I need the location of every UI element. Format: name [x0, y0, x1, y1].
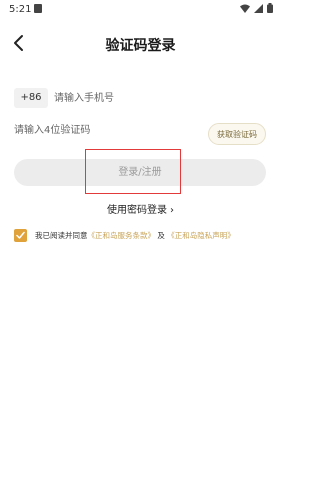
status-bar: 5:21: [0, 0, 281, 18]
password-login-label: 使用密码登录: [107, 205, 167, 216]
terms-link[interactable]: 《正和岛服务条款》: [88, 231, 156, 240]
password-login-link[interactable]: 使用密码登录 ›: [0, 201, 281, 216]
signal-icon: [254, 3, 263, 13]
country-code-selector[interactable]: +86: [14, 88, 48, 108]
highlight-box: [85, 149, 181, 194]
privacy-link[interactable]: 《正和岛隐私声明》: [167, 231, 235, 240]
get-code-button[interactable]: 获取验证码: [208, 123, 266, 145]
verification-code-input[interactable]: [14, 120, 174, 140]
header: 验证码登录: [0, 30, 281, 58]
code-row: 获取验证码: [14, 120, 266, 146]
battery-icon: [267, 3, 273, 13]
status-time: 5:21: [9, 4, 32, 15]
checkmark-icon: [16, 231, 25, 239]
phone-row: +86: [14, 88, 266, 108]
page-title: 验证码登录: [105, 38, 176, 54]
agreement-prefix: 我已阅读并同意: [35, 231, 88, 240]
chevron-right-icon: ›: [170, 205, 174, 216]
wifi-icon: [240, 4, 250, 13]
agree-checkbox[interactable]: [14, 229, 27, 242]
status-indicators: [240, 3, 273, 13]
notification-icon: [34, 4, 42, 13]
agreement-row: 我已阅读并同意《正和岛服务条款》 及 《正和岛隐私声明》: [14, 228, 274, 244]
agreement-and: 及: [157, 231, 165, 240]
phone-input[interactable]: [54, 88, 254, 108]
agreement-text: 我已阅读并同意《正和岛服务条款》 及 《正和岛隐私声明》: [35, 230, 235, 241]
